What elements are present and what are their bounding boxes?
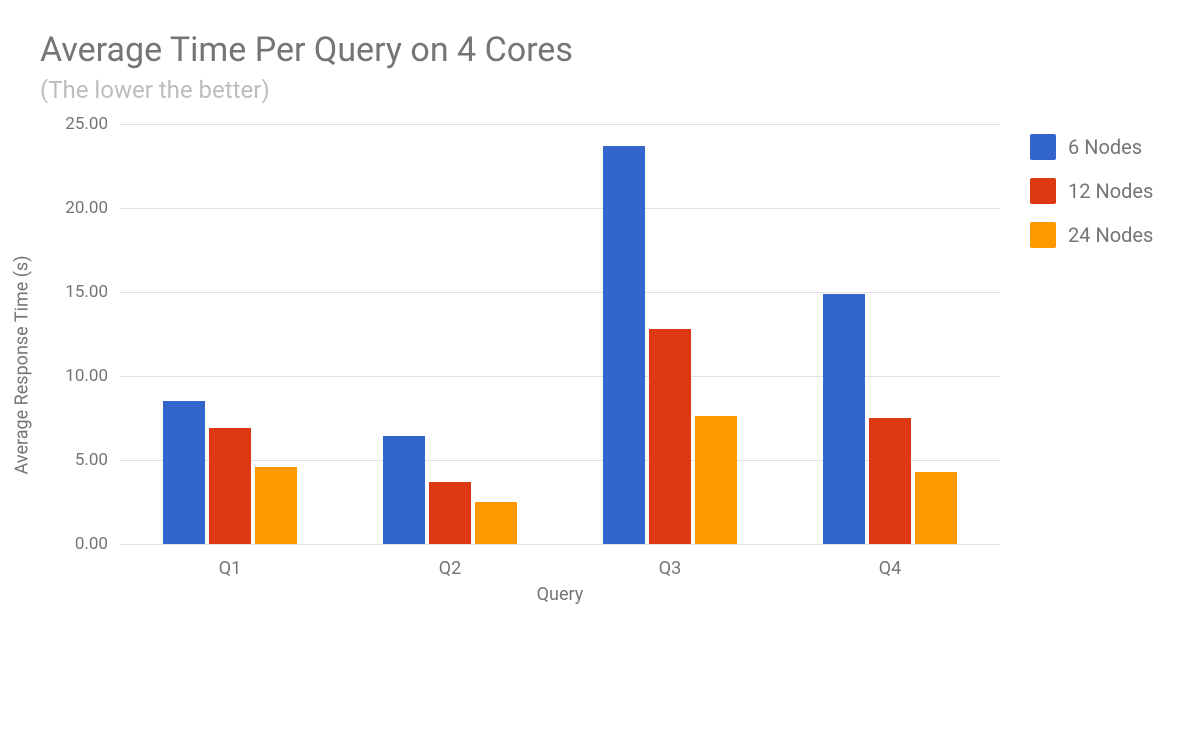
x-tick-label: Q2	[439, 558, 462, 579]
y-tick-label: 5.00	[75, 450, 108, 470]
y-tick-label: 15.00	[65, 282, 108, 302]
bar	[915, 472, 957, 544]
bar	[649, 329, 691, 544]
legend-label: 6 Nodes	[1068, 135, 1142, 159]
x-tick-label: Q3	[659, 558, 682, 579]
chart-container: Average Time Per Query on 4 Cores (The l…	[0, 0, 1200, 742]
bar	[869, 418, 911, 544]
bar-group	[603, 146, 737, 544]
bar	[603, 146, 645, 544]
bar	[163, 401, 205, 544]
bar	[695, 416, 737, 544]
y-tick-label: 20.00	[65, 198, 108, 218]
bar	[209, 428, 251, 544]
bar-group	[823, 294, 957, 544]
legend-item: 12 Nodes	[1030, 178, 1153, 204]
legend-label: 24 Nodes	[1068, 223, 1153, 247]
grid-line	[120, 544, 1000, 545]
legend-swatch	[1030, 134, 1056, 160]
legend: 6 Nodes 12 Nodes 24 Nodes	[1030, 134, 1153, 266]
y-tick-label: 10.00	[65, 366, 108, 386]
y-tick-label: 0.00	[75, 534, 108, 554]
chart-subtitle: (The lower the better)	[40, 76, 1160, 104]
plot-area: 0.005.0010.0015.0020.0025.00 Q1Q2Q3Q4	[120, 124, 1000, 544]
chart-title: Average Time Per Query on 4 Cores	[40, 30, 1160, 70]
x-tick-label: Q1	[219, 558, 242, 579]
bar-group	[383, 436, 517, 544]
bar	[823, 294, 865, 544]
legend-item: 24 Nodes	[1030, 222, 1153, 248]
bar	[383, 436, 425, 544]
bars-layer	[120, 124, 1000, 544]
y-axis-label: Average Response Time (s)	[12, 255, 33, 474]
bar	[255, 467, 297, 544]
legend-item: 6 Nodes	[1030, 134, 1153, 160]
bar	[429, 482, 471, 544]
x-tick-label: Q4	[879, 558, 902, 579]
legend-label: 12 Nodes	[1068, 179, 1153, 203]
legend-swatch	[1030, 222, 1056, 248]
x-axis-label: Query	[120, 584, 1000, 605]
y-tick-label: 25.00	[65, 114, 108, 134]
bar-group	[163, 401, 297, 544]
legend-swatch	[1030, 178, 1056, 204]
plot-column: Average Response Time (s) 0.005.0010.001…	[40, 124, 1000, 605]
bar	[475, 502, 517, 544]
